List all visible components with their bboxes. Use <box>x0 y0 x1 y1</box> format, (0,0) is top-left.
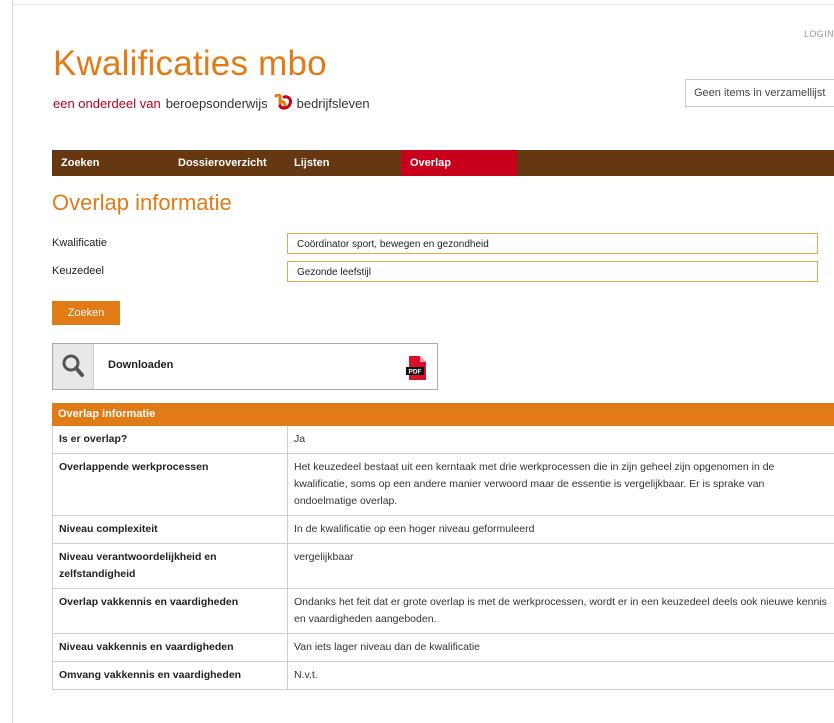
table-row: Niveau complexiteit In de kwalificatie o… <box>52 516 834 544</box>
kwalificatie-field[interactable]: Coördinator sport, bewegen en gezondheid <box>287 233 818 254</box>
row-label: Omvang vakkennis en vaardigheden <box>52 662 288 689</box>
table-row: Niveau verantwoordelijkheid en zelfstand… <box>52 544 834 589</box>
site-logo-subtitle: een onderdeel van beroepsonderwijs bedri… <box>53 93 370 112</box>
row-label: Niveau complexiteit <box>52 516 288 543</box>
table-row: Overlappende werkprocessen Het keuzedeel… <box>52 454 834 516</box>
download-label: Downloaden <box>108 359 174 371</box>
row-label: Niveau verantwoordelijkheid en zelfstand… <box>52 544 288 588</box>
page-title: Overlap informatie <box>52 190 232 215</box>
logo-sub-mid: beroepsonderwijs <box>165 95 268 111</box>
row-value: vergelijkbaar <box>294 551 354 563</box>
nav-item-overlap[interactable]: Overlap <box>401 150 517 176</box>
row-value: Het keuzedeel bestaat uit een kerntaak m… <box>294 461 775 507</box>
nav-item-lijsten[interactable]: Lijsten <box>285 150 401 176</box>
row-value: Van iets lager niveau dan de kwalificati… <box>294 641 481 653</box>
table-row: Is er overlap? Ja <box>52 426 834 454</box>
logo-sub-last: bedrijfsleven <box>296 95 370 111</box>
login-link[interactable]: LOGIN <box>804 29 834 39</box>
row-label: Overlap vakkennis en vaardigheden <box>52 589 288 633</box>
row-value: In de kwalificatie op een hoger niveau g… <box>294 523 535 535</box>
row-label: Is er overlap? <box>52 426 288 453</box>
row-value: N.v.t. <box>294 669 318 681</box>
row-label: Niveau vakkennis en vaardigheden <box>52 634 288 661</box>
row-value: Ja <box>294 433 306 445</box>
row-label: Overlappende werkprocessen <box>52 454 288 515</box>
pdf-icon-label: PDF <box>409 369 422 376</box>
main-nav: Zoeken Dossieroverzicht Lijsten Overlap <box>52 150 834 176</box>
logo-sub-lead: een onderdeel van <box>53 95 161 111</box>
collection-box[interactable]: Geen items in verzamellijst <box>685 79 834 107</box>
site-logo-title[interactable]: Kwalificaties mbo <box>53 46 327 81</box>
search-button[interactable]: Zoeken <box>52 301 120 325</box>
frame-top-border <box>12 4 834 5</box>
overlap-table: Overlap informatie Is er overlap? Ja Ove… <box>52 403 834 690</box>
nav-item-dossieroverzicht[interactable]: Dossieroverzicht <box>169 150 285 176</box>
table-row: Niveau vakkennis en vaardigheden Van iet… <box>52 634 834 662</box>
search-icon[interactable] <box>53 344 94 389</box>
row-value: Ondanks het feit dat er grote overlap is… <box>294 596 827 625</box>
nav-item-zoeken[interactable]: Zoeken <box>52 150 169 176</box>
sbb-logo-icon <box>273 93 293 112</box>
keuzedeel-label: Keuzedeel <box>52 265 104 277</box>
frame-left-border <box>12 0 13 723</box>
pdf-icon[interactable]: PDF <box>405 355 429 381</box>
table-header: Overlap informatie <box>52 403 834 426</box>
kwalificatie-label: Kwalificatie <box>52 237 108 249</box>
table-row: Overlap vakkennis en vaardigheden Ondank… <box>52 589 834 634</box>
table-row: Omvang vakkennis en vaardigheden N.v.t. <box>52 662 834 690</box>
keuzedeel-field[interactable]: Gezonde leefstijl <box>287 261 818 282</box>
download-panel: Downloaden PDF <box>52 343 438 390</box>
